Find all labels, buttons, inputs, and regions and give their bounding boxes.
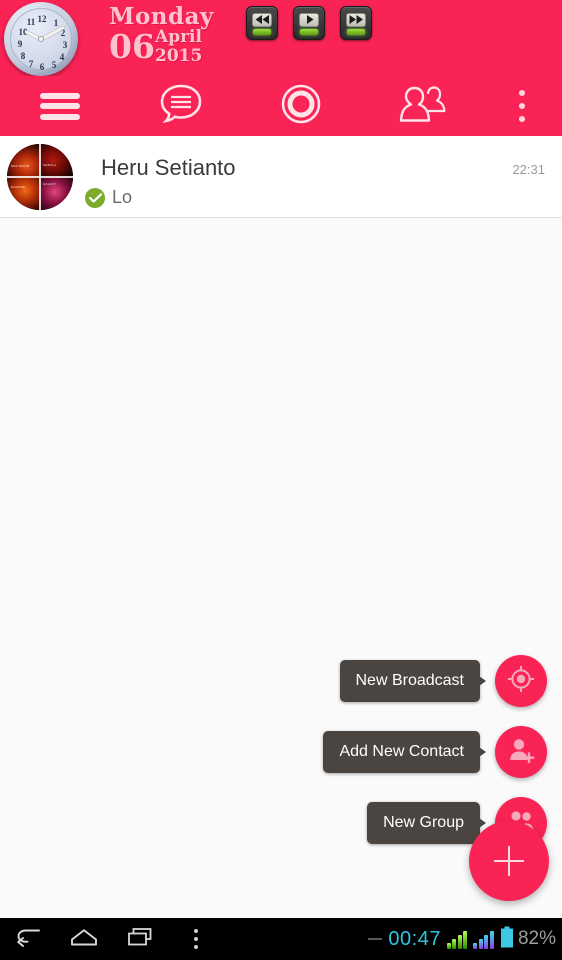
avatar-tile: GALAXY [40,177,73,210]
battery-icon [500,926,514,953]
fab-new-group[interactable]: New Group [367,797,547,849]
fab-new-broadcast[interactable]: New Broadcast [339,655,547,707]
home-button[interactable] [56,918,112,960]
plus-icon [494,859,524,863]
fab-add-new-contact-button[interactable] [495,726,547,778]
rewind-icon [252,12,272,27]
home-icon [70,928,98,951]
back-button[interactable] [0,918,56,960]
fab-new-broadcast-label: New Broadcast [339,660,486,702]
date-widget[interactable]: Monday 06 April 2015 [100,2,225,74]
broadcast-icon [507,665,535,698]
avatar-divider-horizontal [7,176,73,178]
status-indicators: 00:47 82% [368,926,556,953]
hamburger-icon [40,92,81,120]
avatar-tile: ECLIPSE [7,177,40,210]
avatar-tile: RED MOON [7,144,40,177]
chat-list: RED MOON NEBULA ECLIPSE GALAXY Heru Seti… [0,136,562,218]
overflow-button[interactable] [482,76,562,136]
signal-strength-icon-1 [446,929,468,949]
contacts-tab[interactable] [362,76,483,136]
play-led [300,28,318,35]
avatar-tile-label: NEBULA [43,163,57,167]
fab-add-new-contact-label: Add New Contact [323,731,486,773]
date-day-number: 06 [109,27,155,66]
more-vertical-icon [194,929,198,949]
recents-button[interactable] [112,918,168,960]
signal-strength-icon-2 [473,929,494,949]
message-time: 22:31 [512,162,545,177]
rewind-button[interactable] [246,6,278,40]
phone-screen: 12 1 2 3 4 5 6 7 8 9 10 11 Monday 06 Apr… [0,0,562,960]
clock-number: 8 [20,51,26,61]
fab-add-new-contact[interactable]: Add New Contact [323,726,547,778]
group-icon [507,808,535,839]
media-controls [246,6,372,40]
plus-icon-vertical [507,846,511,876]
more-vertical-icon [519,90,525,122]
fab-new-broadcast-button[interactable] [495,655,547,707]
message-preview: Lo [112,187,133,207]
avatar[interactable]: RED MOON NEBULA ECLIPSE GALAXY [7,144,73,210]
table-row[interactable]: RED MOON NEBULA ECLIPSE GALAXY Heru Seti… [0,136,562,218]
avatar-tile-label: RED MOON [11,164,30,168]
avatar-tile: NEBULA [40,144,73,177]
rewind-led [253,28,271,35]
fast-forward-led [347,28,365,35]
sysmenu-button[interactable] [168,918,224,960]
battery-percent: 82% [517,928,556,949]
avatar-tile-label: ECLIPSE [11,185,26,189]
recents-icon [127,927,153,952]
check-circle-icon [85,187,105,208]
fab-new-group-button[interactable] [495,797,547,849]
date-weekday: Monday [109,3,214,30]
circle-icon [280,83,322,130]
clock-number: 3 [62,40,68,50]
system-nav-buttons [0,918,224,960]
play-button[interactable] [293,6,325,40]
fab-new-group-label: New Group [367,802,486,844]
people-icon [398,84,446,129]
fast-forward-icon [346,12,366,27]
date-year: 2015 [155,46,203,66]
avatar-tile-label: GALAXY [43,182,57,186]
app-nav-bar [0,76,562,136]
person-add-icon [507,736,535,769]
play-icon [299,12,319,27]
clock-number: 5 [51,60,57,70]
system-navigation-bar: 00:47 82% [0,918,562,960]
message-preview-row: Lo [85,187,132,208]
fab-main-button[interactable] [469,821,549,901]
analog-clock-widget[interactable]: 12 1 2 3 4 5 6 7 8 9 10 11 [4,2,78,76]
clock-number: 11 [26,17,36,27]
status-clock: 00:47 [388,927,441,950]
separator-dash [368,938,383,940]
chat-bubble-icon [159,83,203,130]
menu-button[interactable] [0,76,121,136]
clock-center-pin [38,36,44,42]
chats-tab[interactable] [121,76,242,136]
date-month: April [155,27,202,47]
contact-name: Heru Setianto [101,155,236,180]
fab-speed-dial: New Broadcast Add New Contact New Group [0,600,562,960]
status-tab[interactable] [241,76,362,136]
clock-number: 9 [17,39,23,49]
fast-forward-button[interactable] [340,6,372,40]
back-arrow-icon [15,927,41,952]
